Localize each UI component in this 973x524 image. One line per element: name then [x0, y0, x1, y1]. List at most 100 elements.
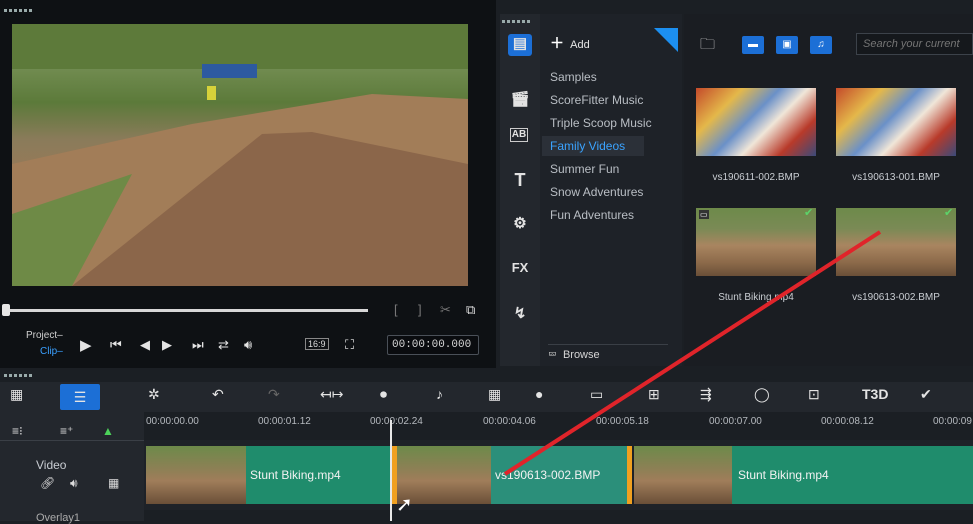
folder-item-summer-fun[interactable]: Summer Fun	[550, 162, 619, 176]
add-folder-button[interactable]: ＋ Add	[550, 33, 590, 53]
add-remove-chapter-icon[interactable]: ≡⁺	[60, 424, 73, 438]
mute-icon[interactable]: 🔊︎	[70, 476, 78, 491]
record-capture-icon[interactable]: ⏺	[380, 386, 387, 403]
end-icon[interactable]: ⏭	[192, 337, 204, 353]
next-frame-icon[interactable]: ▶	[162, 337, 172, 353]
filter-icon[interactable]: FX	[508, 260, 532, 282]
home-icon[interactable]: ⏮	[110, 337, 122, 353]
transition-icon[interactable]: AB	[510, 128, 528, 142]
mark-in-icon[interactable]: [	[394, 302, 398, 317]
timeline-grip-row	[0, 370, 973, 382]
auto-music-icon[interactable]: ▦	[488, 386, 501, 403]
clip-mode-label[interactable]: Clip–	[40, 346, 63, 357]
toolbox-icon[interactable]: ✲	[148, 386, 160, 403]
thumbnail-stunt-biking[interactable]	[696, 208, 816, 276]
path-icon[interactable]: ↯	[508, 304, 532, 326]
timeline-clip-stunt-biking-1[interactable]: Stunt Biking.mp4	[146, 446, 390, 504]
pan-zoom-icon[interactable]: ⊡	[808, 386, 820, 403]
aspect-ratio-button[interactable]: 16:9	[305, 338, 329, 350]
clip-label-text: Clip	[40, 346, 58, 357]
undo-icon[interactable]: ↶	[212, 386, 224, 403]
panel-grip[interactable]	[4, 9, 34, 12]
mark-out-icon[interactable]: ]	[418, 302, 422, 317]
thumbnail-vs190613-001[interactable]	[836, 88, 956, 156]
folder-item-family-videos[interactable]: Family Videos	[542, 136, 644, 156]
timecode-field[interactable]: 00:00:00.000	[387, 335, 479, 355]
project-mode-label[interactable]: Project–	[26, 330, 63, 341]
ruler-tick: 00:00:01.12	[258, 416, 311, 427]
folder-item-samples[interactable]: Samples	[550, 70, 597, 84]
instant-project-icon[interactable]: 🎬︎	[508, 90, 532, 112]
show-video-icon[interactable]: ▬	[742, 36, 764, 54]
browse-button[interactable]: ⮹ Browse	[548, 344, 668, 362]
thumbnail-label: vs190613-002.BMP	[852, 292, 940, 303]
folder-item-triple-scoop[interactable]: Triple Scoop Music	[550, 116, 652, 130]
search-input[interactable]	[856, 33, 973, 55]
volume-icon[interactable]: 🔊︎	[244, 337, 252, 353]
ruler-tick: 00:00:00.00	[146, 416, 199, 427]
fit-project-icon[interactable]: ↤↦	[320, 386, 343, 403]
play-icon[interactable]: ▶	[80, 336, 92, 354]
folder-item-scorefitter[interactable]: ScoreFitter Music	[550, 93, 643, 107]
add-label: Add	[570, 39, 590, 51]
show-photo-icon[interactable]: ▣	[776, 36, 798, 54]
show-audio-icon[interactable]: ♫	[810, 36, 832, 54]
scrub-handle[interactable]	[2, 304, 10, 316]
media-library-icon[interactable]: ▤	[508, 34, 532, 56]
ruler-tick: 00:00:04.06	[483, 416, 536, 427]
ripple-edit-icon[interactable]: ▲	[102, 424, 114, 438]
thumbnail-label: vs190611-002.BMP	[712, 172, 800, 183]
fit-icon[interactable]: ⛶	[345, 337, 354, 353]
scrub-bar[interactable]	[8, 309, 368, 312]
copy-icon[interactable]: ⧉	[466, 302, 475, 318]
clip-thumbnail	[634, 446, 732, 504]
used-check-icon: ✔	[944, 207, 954, 219]
mask-creator-icon[interactable]: ◯	[754, 386, 770, 403]
media-thumbnails-panel	[684, 14, 973, 366]
browse-icon: ⮹	[548, 349, 557, 361]
ripple-track-icon[interactable]: ▦	[108, 476, 119, 490]
divider	[0, 440, 144, 441]
3d-title-icon[interactable]: T3D	[862, 386, 888, 402]
timeline-clip-vs190613-002[interactable]: vs190613-002.BMP	[392, 446, 632, 504]
subtitle-editor-icon[interactable]: ▭	[590, 386, 603, 403]
browse-label: Browse	[562, 349, 600, 361]
redo-icon[interactable]: ↷	[268, 386, 280, 403]
rail-grip[interactable]	[502, 20, 532, 23]
playhead[interactable]	[390, 420, 392, 521]
timeline-view-icon[interactable]: ☰	[60, 384, 100, 410]
sound-mixer-icon[interactable]: ♪	[436, 386, 443, 402]
video-clip-icon: ▭	[699, 210, 709, 219]
repeat-icon[interactable]: ⇄	[218, 337, 229, 353]
split-clip-icon[interactable]: ✂	[440, 302, 451, 318]
import-folder-icon[interactable]: 🗀	[700, 34, 715, 59]
clip-label: Stunt Biking.mp4	[250, 468, 341, 482]
preview-frame-graphic	[12, 24, 468, 286]
preview-panel: [ ] ✂ ⧉ Project– Clip– ▶ ⏮ ◀ ▶ ⏭ ⇄ 🔊︎ 16…	[0, 0, 496, 368]
split-screen-icon[interactable]: ✔	[920, 386, 932, 403]
storyboard-view-icon[interactable]: ▦	[10, 386, 23, 403]
multi-camera-icon[interactable]: ⊞	[648, 386, 660, 403]
title-icon[interactable]: T	[508, 170, 532, 192]
track-manager-icon[interactable]: ≡⁝	[12, 424, 23, 438]
thumbnail-vs190611-002[interactable]	[696, 88, 816, 156]
thumbnail-label: vs190613-001.BMP	[852, 172, 940, 183]
ruler-tick: 00:00:05.18	[596, 416, 649, 427]
motion-tracking-icon[interactable]: ●	[535, 386, 543, 402]
ruler-tick: 00:00:07.00	[709, 416, 762, 427]
link-icon[interactable]: 🔗︎	[40, 476, 55, 490]
timeline-clip-stunt-biking-2[interactable]: Stunt Biking.mp4	[634, 446, 973, 504]
time-remapping-icon[interactable]: ⇶	[700, 386, 712, 403]
pin-icon[interactable]	[654, 28, 678, 52]
used-check-icon: ✔	[804, 207, 814, 219]
ruler-tick: 00:00:08.12	[821, 416, 874, 427]
previous-frame-icon[interactable]: ◀	[140, 337, 150, 353]
video-track-label: Video	[36, 458, 67, 472]
folder-item-snow-adventures[interactable]: Snow Adventures	[550, 185, 643, 199]
folder-item-fun-adventures[interactable]: Fun Adventures	[550, 208, 634, 222]
thumbnail-label: Stunt Biking.mp4	[718, 292, 794, 303]
video-preview	[12, 24, 468, 286]
thumbnail-vs190613-002[interactable]	[836, 208, 956, 276]
timeline-grip[interactable]	[4, 374, 34, 377]
graphic-icon[interactable]: ⚙	[508, 214, 532, 236]
